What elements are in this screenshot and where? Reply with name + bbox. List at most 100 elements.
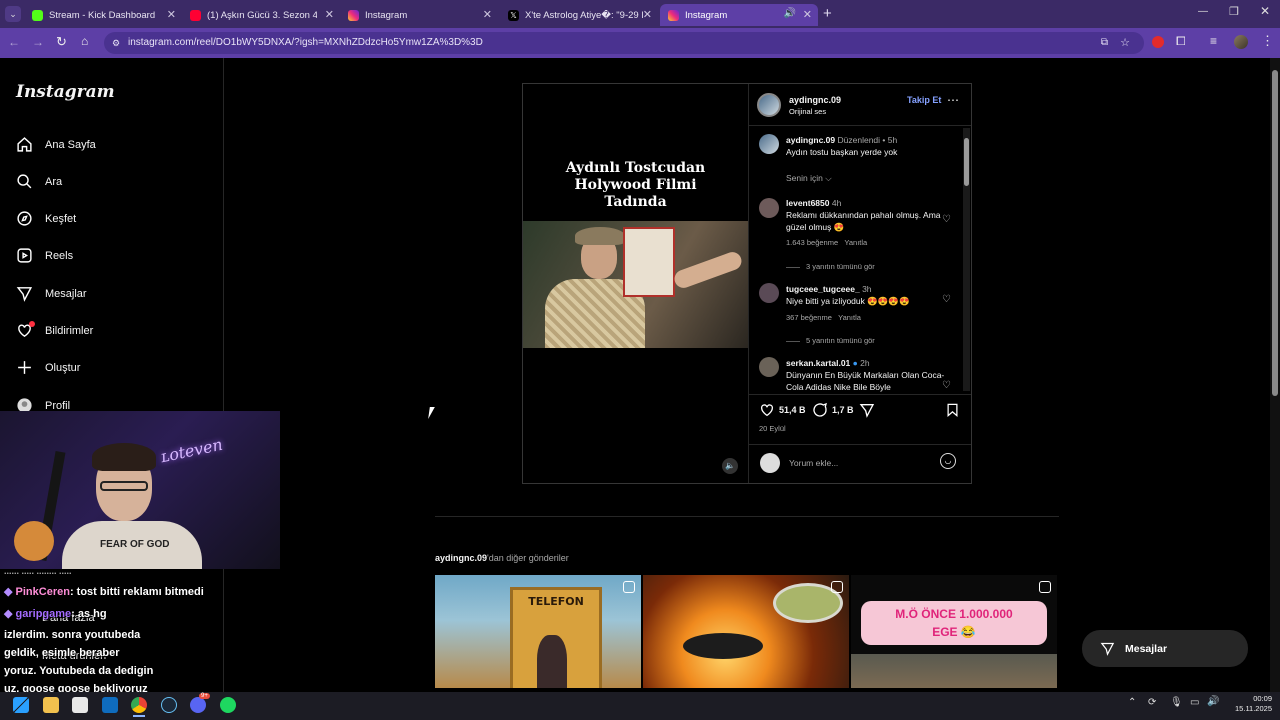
reel-video[interactable]: Aydınlı Tostcudan Holywood Filmi Tadında… — [523, 84, 748, 483]
menu-icon[interactable]: ⋮ — [1261, 33, 1274, 49]
commenter-avatar[interactable] — [759, 198, 779, 218]
reply-button[interactable]: Yanıtla — [844, 238, 867, 247]
close-icon[interactable]: ✕ — [803, 8, 812, 21]
follow-button[interactable]: Takip Et — [907, 95, 941, 105]
like-comment-icon[interactable]: ♡ — [942, 294, 951, 305]
profile-avatar[interactable] — [1234, 35, 1248, 49]
commenter-avatar[interactable] — [759, 357, 779, 377]
page-scrollbar[interactable] — [1270, 58, 1280, 692]
scroll-thumb[interactable] — [1272, 70, 1278, 396]
tab-x-astrolog[interactable]: 𝕏 X'te Astrolog Atiye�: "9-29 Ka ✕ — [500, 4, 658, 26]
tray-chevron-icon[interactable]: ⌃ — [1128, 697, 1136, 708]
nav-reels[interactable]: Reels — [16, 247, 73, 264]
heading-user[interactable]: aydingnc.09 — [435, 553, 487, 563]
messages-floating-button[interactable]: Mesajlar — [1082, 630, 1248, 667]
comment-input[interactable]: Yorum ekle... — [789, 458, 929, 468]
like-button[interactable]: 51,4 B — [759, 402, 806, 418]
install-app-icon[interactable]: ⧉ — [1101, 32, 1108, 54]
outlook-icon[interactable] — [102, 697, 118, 713]
more-post-thumbnail[interactable]: M.Ö ÖNCE 1.000.000 EGE 😂 — [851, 575, 1057, 688]
author-avatar[interactable] — [757, 93, 781, 117]
reels-icon — [17, 248, 32, 263]
comment-user[interactable]: tugceee_tugceee_ — [786, 284, 860, 294]
network-icon[interactable]: ▭ — [1190, 697, 1199, 708]
clock[interactable]: 00:09 15.11.2025 — [1226, 694, 1272, 714]
window-close-button[interactable]: ✕ — [1260, 4, 1270, 18]
tab-kick-dashboard[interactable]: Stream - Kick Dashboard ✕ — [24, 4, 182, 26]
sort-dropdown[interactable]: Senin için ⌵ — [786, 173, 832, 184]
send-icon — [16, 287, 33, 302]
reload-button[interactable]: ↻ — [56, 34, 67, 50]
speaker-icon[interactable]: 🔊 — [784, 8, 796, 19]
scroll-thumb[interactable] — [964, 138, 969, 186]
comment-user[interactable]: serkan.kartal.01 — [786, 358, 850, 368]
more-post-thumbnail[interactable] — [643, 575, 849, 688]
tab-title: (1) Aşkın Gücü 3. Sezon 4. Bölü — [207, 9, 317, 21]
tab-youtube[interactable]: (1) Aşkın Gücü 3. Sezon 4. Bölü ✕ — [182, 4, 340, 26]
forward-button[interactable]: → — [32, 35, 44, 49]
mute-button[interactable]: 🔈 — [722, 458, 738, 474]
address-bar[interactable]: ⚙ instagram.com/reel/DO1bWY5DNXA/?igsh=M… — [104, 32, 1144, 54]
view-replies[interactable]: 5 yanıtın tümünü gör — [786, 336, 875, 345]
emoji-icon[interactable]: ◡ — [940, 453, 956, 469]
close-icon[interactable]: ✕ — [483, 8, 492, 21]
file-explorer-icon[interactable] — [43, 697, 59, 713]
more-post-thumbnail[interactable]: TELEFON — [435, 575, 641, 688]
commenter-avatar[interactable] — [759, 283, 779, 303]
store-icon[interactable] — [72, 697, 88, 713]
back-button[interactable]: ← — [8, 35, 20, 49]
home-button[interactable]: ⌂ — [81, 34, 88, 48]
windows-start-icon[interactable] — [13, 697, 29, 713]
restore-button[interactable]: ❐ — [1229, 5, 1239, 18]
share-button[interactable] — [859, 402, 875, 423]
tab-search-button[interactable]: ⌄ — [5, 6, 21, 22]
microphone-icon[interactable]: 🎙 — [1170, 697, 1183, 708]
reel-icon — [1039, 581, 1051, 593]
tray-app-icon[interactable]: ⟳ — [1148, 697, 1156, 708]
media-control-icon[interactable]: ≡ — [1210, 34, 1217, 48]
chat-message: geldik, esimle beraber — [4, 647, 120, 659]
nav-notifications[interactable]: Bildirimler — [16, 321, 94, 339]
site-info-icon[interactable]: ⚙ — [112, 32, 120, 54]
comments-scrollbar[interactable] — [963, 128, 970, 391]
chevron-down-icon: ⌵ — [825, 173, 832, 183]
discord-icon[interactable] — [190, 697, 206, 713]
spotify-icon[interactable] — [220, 697, 236, 713]
save-button[interactable] — [945, 402, 960, 423]
nav-home[interactable]: Ana Sayfa — [16, 136, 96, 153]
like-comment-icon[interactable]: ♡ — [942, 214, 951, 225]
close-icon[interactable]: ✕ — [325, 8, 334, 21]
nav-explore[interactable]: Keşfet — [16, 210, 76, 227]
nav-messages[interactable]: Mesajlar — [16, 285, 87, 302]
view-replies[interactable]: 3 yanıtın tümünü gör — [786, 262, 875, 271]
nav-search[interactable]: Ara — [16, 173, 62, 190]
author-username[interactable]: aydingnc.09 — [789, 95, 841, 105]
puzzle-icon[interactable]: ⧠ — [1176, 34, 1186, 49]
caption-user[interactable]: aydingnc.09 — [786, 135, 835, 145]
volume-icon[interactable]: 🔊 — [1207, 696, 1219, 707]
tab-instagram-active[interactable]: Instagram 🔊 ✕ — [660, 4, 818, 26]
close-icon[interactable]: ✕ — [167, 8, 176, 21]
nav-label: Bildirimler — [45, 324, 94, 337]
comment-likes[interactable]: 1.643 beğenme — [786, 238, 838, 247]
caption-avatar[interactable] — [759, 134, 779, 154]
chat-message: yoruz. Youtubeda da dedigin — [4, 665, 153, 677]
comment-likes[interactable]: 367 beğenme — [786, 313, 832, 322]
mouse-cursor — [428, 407, 435, 419]
close-icon[interactable]: ✕ — [643, 8, 652, 21]
tab-instagram-1[interactable]: Instagram ✕ — [340, 4, 498, 26]
new-tab-button[interactable]: + — [823, 5, 832, 22]
instagram-logo[interactable]: Instagram — [16, 82, 115, 102]
comment-button[interactable]: 1,7 B — [812, 402, 854, 418]
more-options-icon[interactable]: ⋯ — [947, 93, 959, 107]
bookmark-star-icon[interactable]: ☆ — [1120, 32, 1130, 54]
chrome-icon[interactable] — [131, 697, 147, 713]
reply-button[interactable]: Yanıtla — [838, 313, 861, 322]
like-comment-icon[interactable]: ♡ — [942, 380, 951, 391]
minimize-button[interactable]: — — [1198, 6, 1208, 17]
extension-icon[interactable] — [1152, 36, 1164, 48]
comment-user[interactable]: levent6850 — [786, 198, 829, 208]
steam-icon[interactable] — [161, 697, 177, 713]
nav-create[interactable]: Oluştur — [16, 359, 80, 376]
audio-label[interactable]: Orijinal ses — [789, 107, 826, 116]
